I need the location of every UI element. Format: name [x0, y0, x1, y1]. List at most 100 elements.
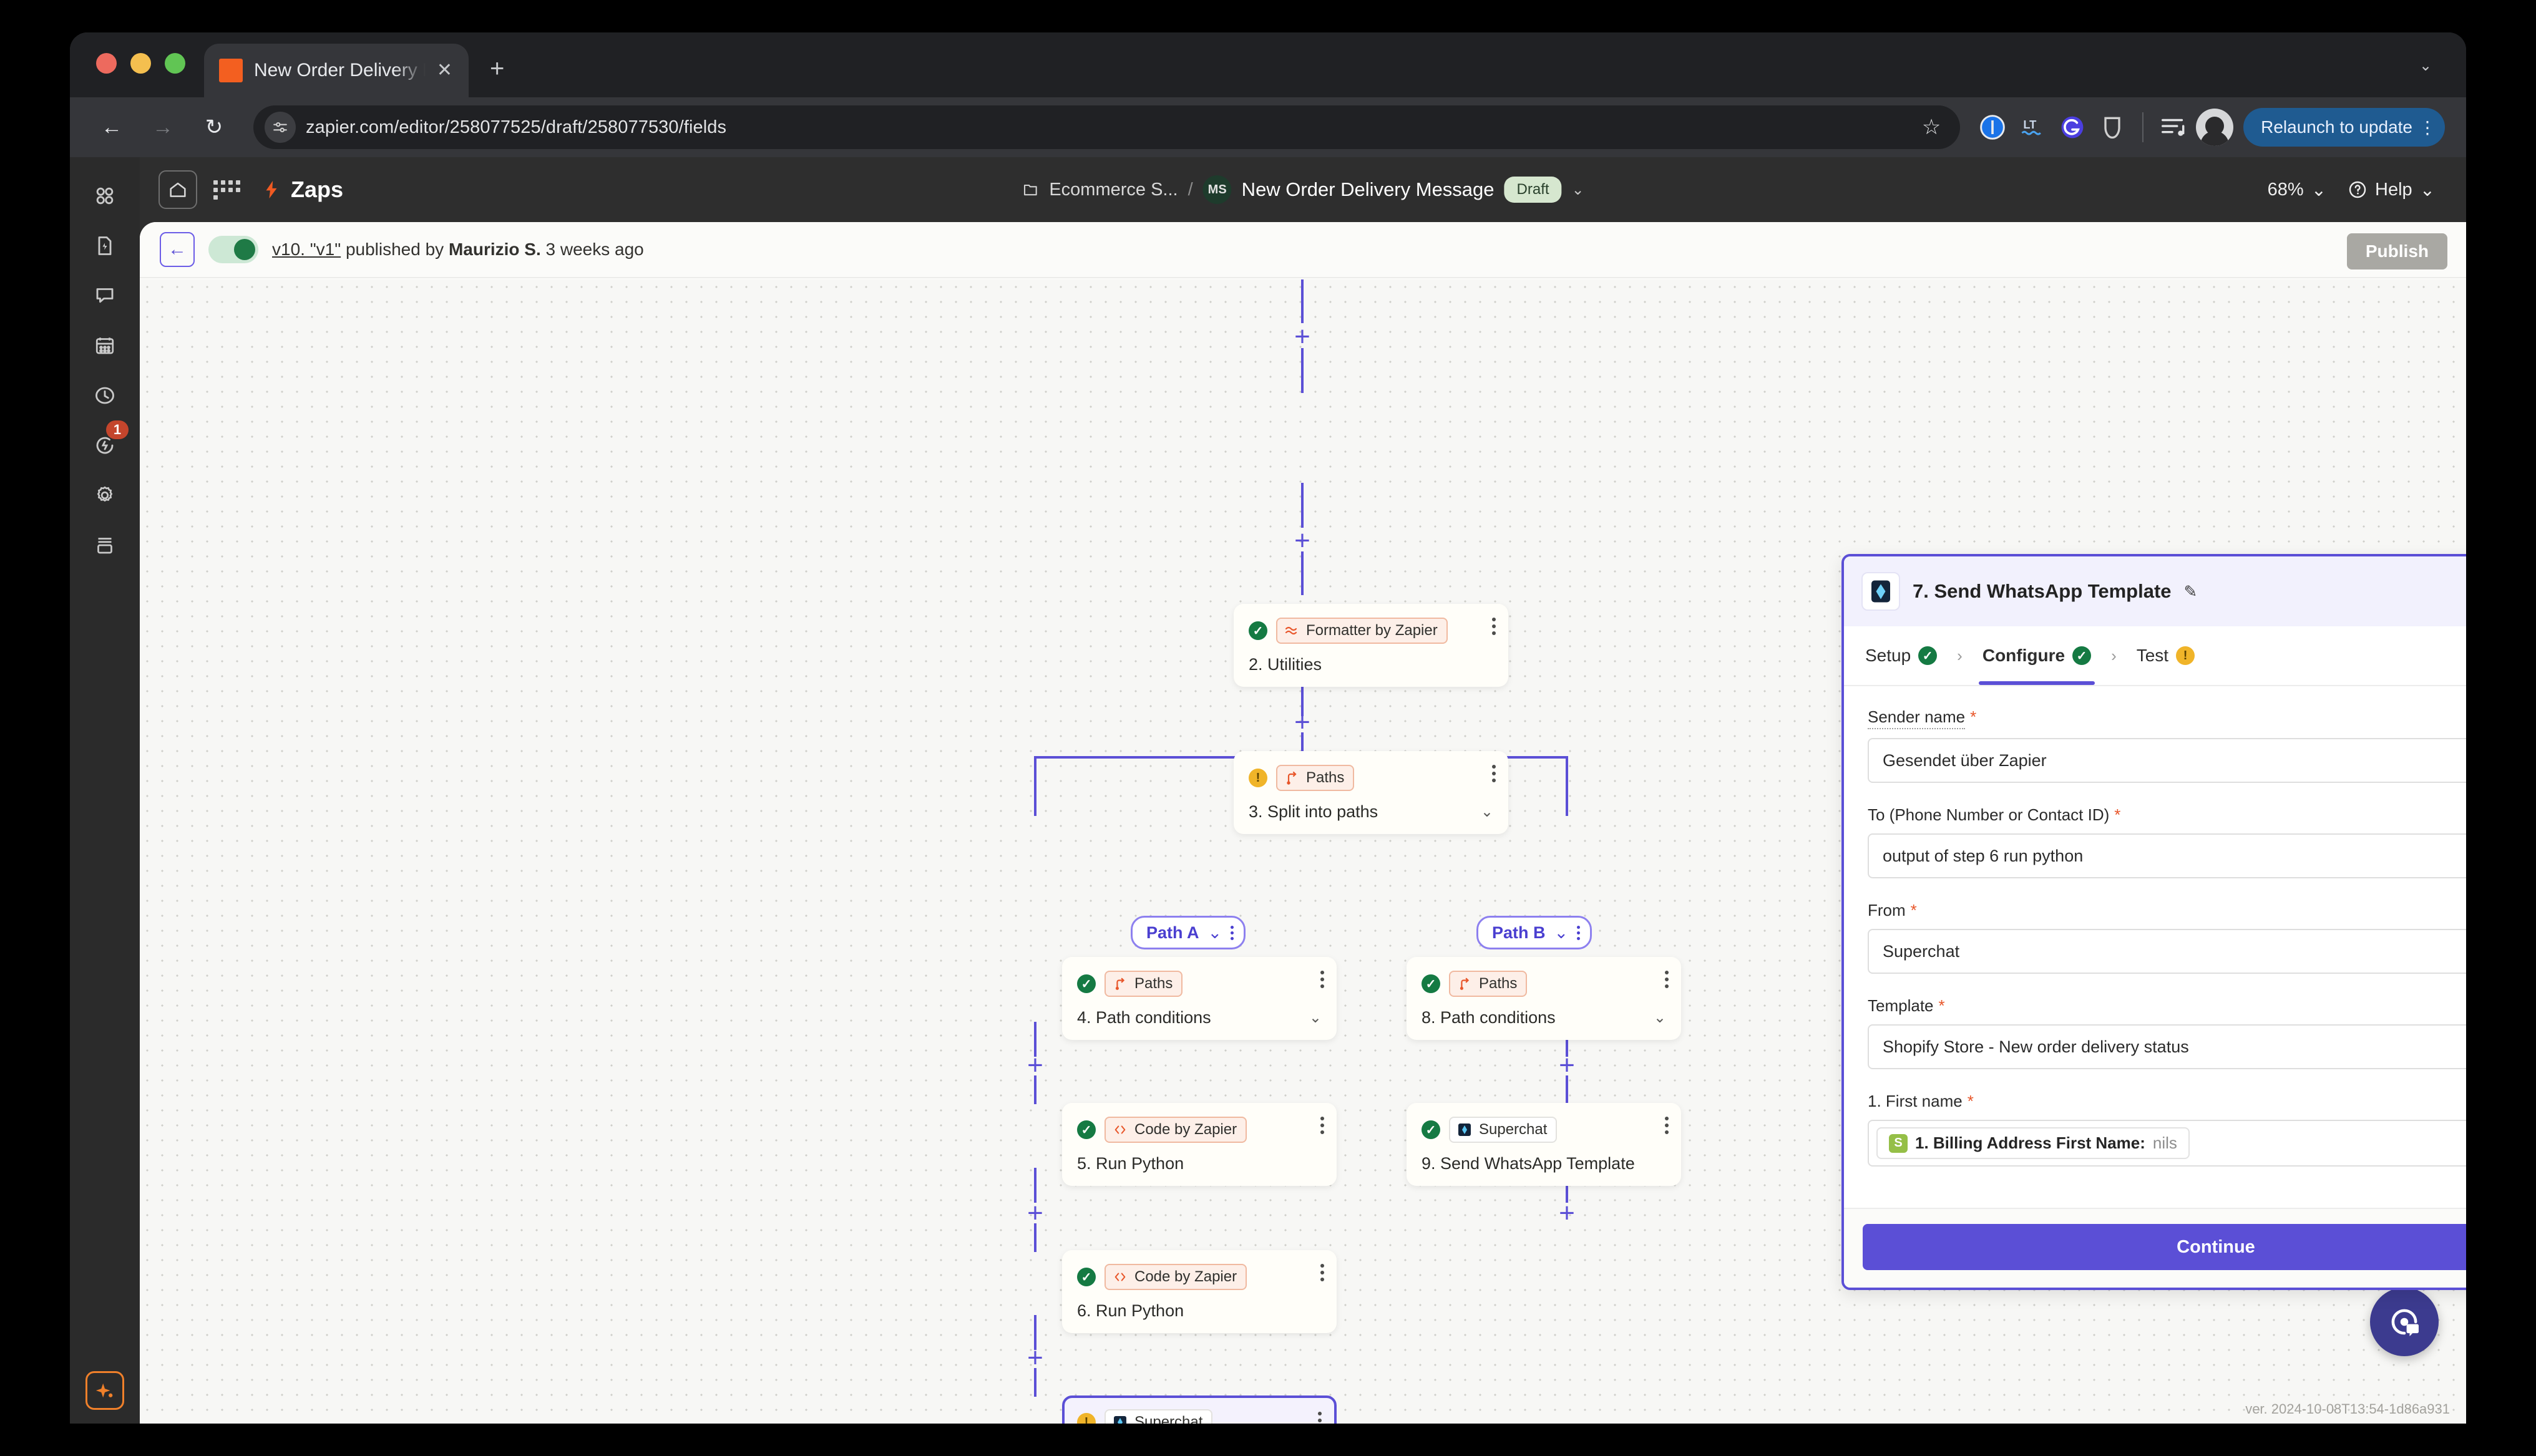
zap-title[interactable]: New Order Delivery Message [1242, 178, 1495, 201]
flow-edge [1566, 1075, 1568, 1104]
published-by-prefix: published by [345, 240, 444, 259]
sidebar-item-apps[interactable] [82, 173, 127, 218]
path-pill-b[interactable]: Path B ⌄ [1476, 916, 1592, 949]
flow-node-6[interactable]: ✓ Code by Zapier 6. Run Python [1062, 1250, 1337, 1333]
sidebar-item-tables[interactable] [82, 323, 127, 368]
from-value: Superchat [1883, 941, 1960, 961]
app-grid-icon[interactable] [213, 180, 247, 200]
sidebar-item-create-zap[interactable] [82, 223, 127, 268]
zoom-level-control[interactable]: 68% ⌄ [2268, 179, 2326, 201]
bookmark-star-icon[interactable]: ☆ [1911, 107, 1951, 147]
clock-extension-icon[interactable] [1975, 110, 2010, 145]
node-menu-icon[interactable] [1665, 1117, 1669, 1134]
chevron-down-icon[interactable]: ⌄ [1481, 803, 1493, 821]
address-bar[interactable]: zapier.com/editor/258077525/draft/258077… [253, 105, 1961, 149]
node-menu-icon[interactable] [1320, 971, 1324, 988]
add-step-handle[interactable]: + [1294, 527, 1310, 555]
close-window-button[interactable] [96, 53, 117, 74]
site-settings-icon[interactable] [265, 112, 296, 143]
sidebar-item-settings[interactable] [82, 473, 127, 518]
tabstrip-chevron-icon[interactable]: ⌄ [2407, 50, 2444, 81]
sender-name-value[interactable]: Gesendet über Zapier [1869, 739, 2466, 782]
chevron-down-icon[interactable]: ⌄ [1654, 1009, 1666, 1027]
tab-separator: › [2111, 646, 2117, 665]
flow-node-7[interactable]: ! Superchat 7. Send What [1062, 1395, 1337, 1424]
bitwarden-icon[interactable] [2095, 110, 2130, 145]
node-menu-icon[interactable] [1318, 1412, 1322, 1424]
node-menu-icon[interactable] [1665, 971, 1669, 988]
path-menu-icon[interactable] [1577, 925, 1581, 940]
to-phone-input[interactable]: output of step 6 run python ! + [1868, 833, 2466, 878]
chevron-down-icon[interactable]: ⌄ [1309, 1009, 1322, 1027]
from-select[interactable]: Superchat ↕ [1868, 929, 2466, 974]
path-menu-icon[interactable] [1231, 925, 1234, 940]
to-phone-value[interactable]: output of step 6 run python [1869, 835, 2466, 877]
reading-list-icon[interactable] [2156, 110, 2191, 145]
relaunch-to-update-button[interactable]: Relaunch to update ⋮ [2243, 108, 2445, 147]
first-name-input[interactable]: S 1. Billing Address First Name: nils + [1868, 1120, 2466, 1167]
flow-node-5[interactable]: ✓ Code by Zapier 5. Run Python [1062, 1103, 1337, 1186]
panel-body[interactable]: Sender name * Gesendet über Zapier + To … [1844, 686, 2466, 1208]
window-controls[interactable] [70, 53, 185, 97]
add-step-handle[interactable]: + [1559, 1200, 1575, 1227]
node-title-row: 8. Path conditions ⌄ [1422, 1008, 1666, 1027]
edit-title-icon[interactable]: ✎ [2184, 582, 2198, 601]
url-text[interactable]: zapier.com/editor/258077525/draft/258077… [306, 117, 1901, 138]
field-label: To (Phone Number or Contact ID) * [1868, 805, 2466, 825]
breadcrumb-folder[interactable]: Ecommerce S... [1049, 180, 1178, 200]
continue-button[interactable]: Continue [1863, 1224, 2466, 1270]
profile-avatar[interactable] [2196, 109, 2234, 146]
status-ok-icon: ✓ [1918, 646, 1938, 665]
sidebar-item-transfer[interactable]: 1 [82, 420, 129, 468]
flow-canvas[interactable]: + + + + + + + + ✓ Formatter by Zapier 2.… [140, 279, 2466, 1424]
sender-name-input[interactable]: Gesendet über Zapier + [1868, 738, 2466, 783]
template-select[interactable]: Shopify Store - New order delivery statu… [1868, 1024, 2466, 1069]
languagetool-icon[interactable]: LT [2015, 110, 2050, 145]
reload-button[interactable]: ↻ [191, 104, 237, 150]
new-tab-button[interactable]: + [490, 56, 504, 81]
home-icon[interactable] [158, 170, 197, 209]
paths-icon [1112, 976, 1128, 992]
screen-recorder-button[interactable] [2370, 1288, 2439, 1356]
node-menu-icon[interactable] [1492, 765, 1496, 782]
step-config-panel: 7. Send WhatsApp Template ✎ Setup ✓ › Co… [1841, 554, 2466, 1290]
zaps-home-link[interactable]: Zaps [261, 176, 343, 203]
tab-setup[interactable]: Setup ✓ [1861, 626, 1941, 685]
add-step-handle[interactable]: + [1294, 323, 1310, 351]
maximize-window-button[interactable] [165, 53, 185, 74]
back-button[interactable]: ← [89, 104, 135, 150]
node-menu-icon[interactable] [1492, 618, 1496, 635]
forward-button[interactable]: → [140, 104, 186, 150]
grammarly-icon[interactable] [2055, 110, 2090, 145]
sidebar-item-ai[interactable] [85, 1371, 124, 1410]
flow-node-9[interactable]: ✓ Superchat 9. Send WhatsApp Template [1407, 1103, 1681, 1186]
zap-enabled-toggle[interactable] [208, 236, 258, 263]
flow-node-3[interactable]: ! Paths 3. Split into paths ⌄ [1234, 751, 1508, 834]
flow-node-8[interactable]: ✓ Paths 8. Path conditions ⌄ [1407, 957, 1681, 1040]
chevron-down-icon[interactable]: ⌄ [1554, 923, 1569, 943]
path-pill-a[interactable]: Path A ⌄ [1131, 916, 1246, 949]
first-name-value[interactable]: S 1. Billing Address First Name: nils [1869, 1121, 2466, 1165]
node-menu-icon[interactable] [1320, 1264, 1324, 1281]
node-menu-icon[interactable] [1320, 1117, 1324, 1134]
sidebar-item-chat[interactable] [82, 273, 127, 318]
data-token[interactable]: S 1. Billing Address First Name: nils [1876, 1127, 2190, 1159]
back-to-zaps-button[interactable]: ← [160, 232, 195, 267]
chevron-down-icon[interactable]: ⌄ [1572, 181, 1584, 199]
version-link[interactable]: v10. "v1" [272, 240, 341, 259]
minimize-window-button[interactable] [130, 53, 151, 74]
tab-test[interactable]: Test ! [2133, 626, 2198, 685]
sidebar-item-zap-history[interactable] [82, 373, 127, 418]
close-tab-icon[interactable]: ✕ [437, 61, 452, 80]
browser-menu-icon[interactable]: ⋮ [2419, 117, 2436, 138]
browser-tab[interactable]: New Order Delivery Message ✕ [204, 44, 469, 97]
flow-node-4[interactable]: ✓ Paths 4. Path conditions ⌄ [1062, 957, 1337, 1040]
folder-icon [1023, 184, 1037, 196]
publish-button[interactable]: Publish [2346, 233, 2447, 269]
ai-sparkle-icon [85, 1371, 124, 1410]
chevron-down-icon[interactable]: ⌄ [1208, 923, 1222, 943]
tab-configure[interactable]: Configure ✓ [1978, 626, 2095, 685]
sidebar-item-storage[interactable] [82, 523, 127, 568]
flow-node-2[interactable]: ✓ Formatter by Zapier 2. Utilities [1234, 604, 1508, 687]
help-menu[interactable]: Help ⌄ [2348, 179, 2435, 201]
